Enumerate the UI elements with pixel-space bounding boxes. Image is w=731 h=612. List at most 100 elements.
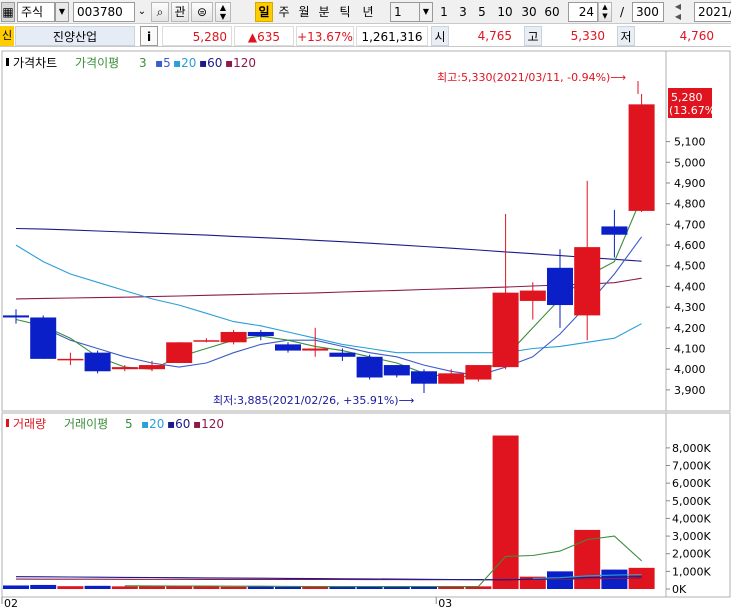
candle-body — [193, 340, 220, 342]
volume-tick-label: 7,000K — [672, 460, 711, 473]
count-input[interactable]: 24 — [568, 2, 598, 22]
tab-weekly[interactable]: 주 — [276, 2, 292, 22]
gwan-button[interactable]: 관 — [171, 2, 189, 22]
more-options-icon[interactable]: ◀ ◀ — [665, 2, 691, 22]
volume-ma-period-5: 5 — [125, 417, 133, 431]
volume-ma-period-60: ▪60 — [167, 417, 190, 431]
price-ma-period-60: ▪60 — [199, 56, 222, 70]
price-ma-period-20: ▪20 — [173, 56, 196, 70]
tab-year[interactable]: 년 — [358, 2, 378, 22]
stock-name: 진양산업 — [15, 26, 135, 46]
candle[interactable] — [84, 350, 111, 374]
high-label: 고 — [524, 26, 542, 46]
volume-ma-period-20: ▪20 — [141, 417, 164, 431]
x-tick-label: 03 — [438, 597, 452, 609]
candle-body — [3, 315, 29, 318]
price-tick-label: 4,400 — [674, 280, 706, 293]
price-tick-label: 4,100 — [674, 343, 706, 356]
volume-legend-title: 거래량 — [13, 417, 46, 431]
interval-preset-30[interactable]: 30 — [518, 2, 540, 22]
candle[interactable] — [465, 365, 492, 382]
volume-bar[interactable] — [84, 585, 111, 589]
candle-body — [411, 371, 437, 384]
candle-body — [519, 290, 546, 301]
candle-body — [247, 331, 274, 337]
volume-tick-label: 1,000K — [672, 565, 711, 578]
spin-updown-icon[interactable]: ▲ ▼ — [215, 2, 231, 22]
interval-preset-3[interactable]: 3 — [456, 2, 470, 22]
tab-monthly[interactable]: 월 — [296, 2, 312, 22]
volume-tick-label: 8,000K — [672, 442, 711, 455]
price-tick-label: 4,900 — [674, 177, 706, 190]
toolbar: ▦ 주식 ▼ 003780 ⌄ ⌕ 관 ⊜ ▲ ▼ 일 주 월 분 틱 년 1 ▼… — [0, 0, 731, 24]
candle-body — [302, 348, 329, 351]
interval-preset-1[interactable]: 1 — [437, 2, 451, 22]
legend-marker — [6, 58, 9, 66]
search-icon[interactable]: ⌕ — [151, 2, 169, 22]
tab-minute[interactable]: 분 — [316, 2, 332, 22]
volume-ma-period-120: ▪120 — [193, 417, 224, 431]
total-count-input[interactable]: 300 — [632, 2, 664, 22]
candle-body — [166, 342, 193, 363]
low-label: 저 — [617, 26, 635, 46]
interval-preset-10[interactable]: 10 — [494, 2, 516, 22]
price-tick-label: 5,100 — [674, 136, 706, 149]
info-button[interactable]: i — [140, 26, 158, 46]
price-tick-label: 4,500 — [674, 260, 706, 273]
price-change-pct: +13.67% — [296, 26, 354, 46]
current-price-badge-value: 5,280 — [671, 91, 703, 104]
price-tick-label: 4,800 — [674, 198, 706, 211]
x-axis: 02 03 — [1, 597, 452, 610]
market-type-select[interactable]: 주식 — [17, 2, 55, 22]
volume-bar[interactable] — [57, 586, 84, 589]
tab-tick[interactable]: 틱 — [337, 2, 353, 22]
price-ma-period-3: 3 — [139, 56, 147, 70]
candle[interactable] — [628, 94, 655, 212]
volume-bar[interactable] — [30, 584, 57, 589]
volume-tick-label: 6,000K — [672, 477, 711, 490]
stock-code-input[interactable]: 003780 — [73, 2, 135, 22]
count-spin-icon[interactable]: ▲ ▼ — [598, 2, 612, 22]
interval-select[interactable]: 1 — [390, 2, 420, 22]
candle-body — [547, 267, 573, 306]
price-ma-period-5: ▪5 — [155, 56, 171, 70]
interval-preset-5[interactable]: 5 — [475, 2, 489, 22]
volume-bar[interactable] — [275, 586, 301, 589]
low-price: 4,760 — [679, 29, 714, 43]
tab-daily[interactable]: 일 — [255, 2, 273, 22]
candle[interactable] — [356, 354, 383, 380]
volume-bar[interactable] — [547, 571, 573, 589]
grid-icon[interactable]: ▦ — [1, 2, 15, 22]
chart-area[interactable]: 가격차트 가격이평 3 ▪5 ▪20 ▪60 ▪120 최고:5,330(2021/03… — [0, 48, 731, 610]
candle[interactable] — [30, 315, 57, 359]
volume-bar[interactable] — [601, 569, 628, 589]
price-tick-label: 4,200 — [674, 322, 706, 335]
candle-body — [438, 373, 465, 384]
candle-body — [84, 352, 111, 372]
open-label: 시 — [431, 26, 449, 46]
candle-body — [574, 247, 601, 316]
volume-legend-marker — [6, 419, 9, 427]
candle-body — [383, 365, 410, 376]
candle[interactable] — [166, 342, 193, 363]
price-legend-title: 가격차트 — [13, 56, 57, 70]
volume-bar[interactable] — [220, 586, 247, 589]
date-input[interactable]: 2021/0 — [694, 2, 731, 22]
volume-bar[interactable] — [111, 586, 138, 589]
high-annotation: 최고:5,330(2021/03/11, -0.94%)⟶ — [437, 71, 626, 84]
code-dropdown-icon[interactable]: ⌄ — [135, 2, 149, 22]
price-ma-period-120: ▪120 — [225, 56, 256, 70]
volume-bar[interactable] — [438, 586, 465, 589]
candle-body — [275, 344, 301, 351]
market-type-dropdown-icon[interactable]: ▼ — [55, 2, 69, 22]
volume-bar[interactable] — [193, 586, 220, 589]
candle-body — [628, 104, 655, 211]
candle[interactable] — [220, 329, 247, 345]
volume-bar[interactable] — [3, 585, 29, 589]
interval-dropdown-icon[interactable]: ▼ — [419, 2, 433, 22]
open-price: 4,765 — [477, 29, 512, 43]
price-volume-chart[interactable]: 가격차트 가격이평 3 ▪5 ▪20 ▪60 ▪120 최고:5,330(2021/03… — [0, 48, 731, 610]
interval-preset-60[interactable]: 60 — [541, 2, 563, 22]
quote-bar: 신 진양산업 i 5,280 ▲635 +13.67% 1,261,316 시 … — [0, 25, 731, 47]
sync-icon[interactable]: ⊜ — [191, 2, 213, 22]
